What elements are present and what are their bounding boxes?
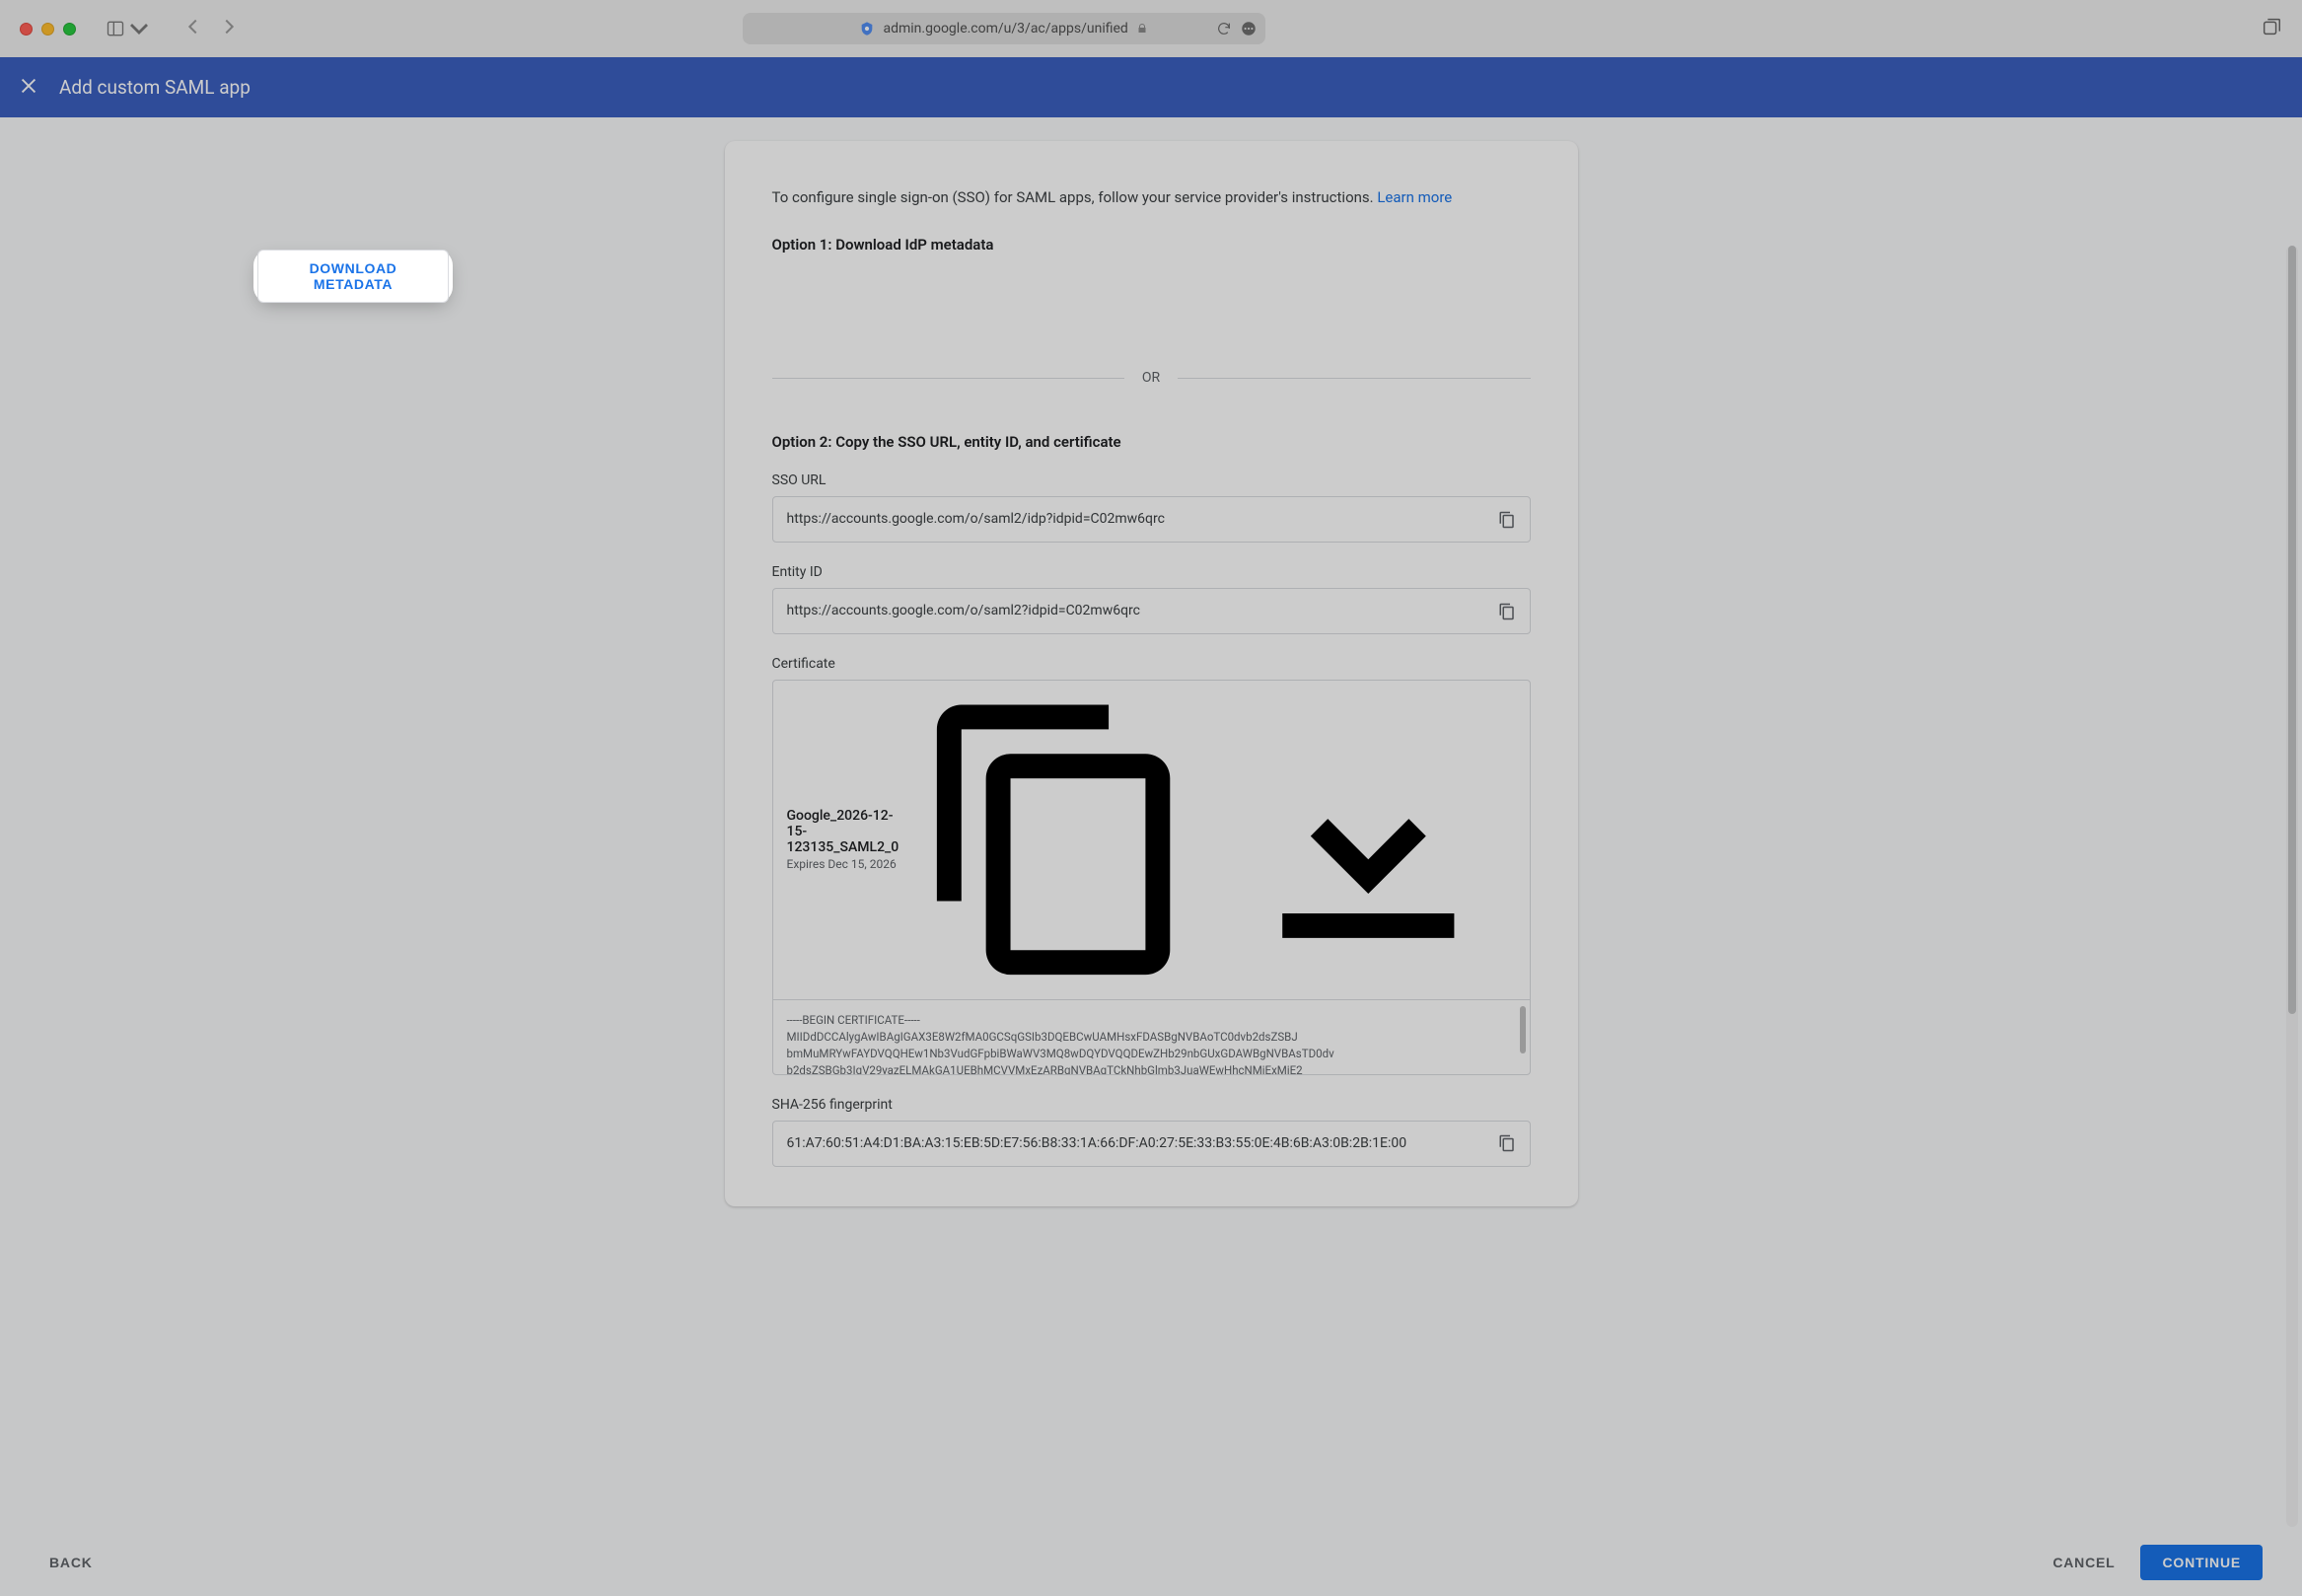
saml-setup-card: To configure single sign-on (SSO) for SA…: [725, 141, 1578, 1206]
cancel-button[interactable]: CANCEL: [2035, 1545, 2132, 1580]
browser-chrome: admin.google.com/u/3/ac/apps/unified: [0, 0, 2302, 57]
copy-icon[interactable]: [1498, 603, 1516, 620]
sso-url-field: https://accounts.google.com/o/saml2/idp?…: [772, 496, 1531, 543]
sha-value: 61:A7:60:51:A4:D1:BA:A3:15:EB:5D:E7:56:B…: [787, 1133, 1488, 1154]
vertical-scrollbar[interactable]: [2286, 246, 2298, 1527]
certificate-name: Google_2026-12-15-123135_SAML2_0: [787, 808, 899, 855]
sso-url-value: https://accounts.google.com/o/saml2/idp?…: [787, 509, 1488, 530]
spotlight: DOWNLOAD METADATA: [257, 254, 449, 299]
copy-icon[interactable]: [912, 692, 1207, 987]
close-icon: [18, 75, 39, 97]
close-window-button[interactable]: [20, 23, 33, 36]
window-controls: [20, 23, 76, 36]
chevron-down-icon: [129, 19, 149, 38]
continue-button[interactable]: CONTINUE: [2140, 1545, 2263, 1580]
wizard-footer: BACK CANCEL CONTINUE: [0, 1529, 2302, 1596]
certificate-label: Certificate: [772, 656, 1531, 672]
close-dialog-button[interactable]: [18, 75, 39, 101]
sidebar-icon: [106, 19, 125, 38]
reload-icon[interactable]: [1216, 21, 1232, 36]
entity-id-field: https://accounts.google.com/o/saml2?idpi…: [772, 588, 1531, 634]
chevron-left-icon: [182, 16, 204, 37]
copy-icon[interactable]: [1498, 511, 1516, 529]
or-text: OR: [1142, 370, 1160, 386]
page-title: Add custom SAML app: [59, 76, 251, 99]
sidebar-toggle-button[interactable]: [106, 19, 149, 38]
address-bar[interactable]: admin.google.com/u/3/ac/apps/unified: [743, 13, 1265, 44]
download-button-slot: [772, 271, 1531, 315]
certificate-expires: Expires Dec 15, 2026: [787, 857, 899, 871]
nav-back-button[interactable]: [182, 16, 204, 41]
copy-icon[interactable]: [1498, 1134, 1516, 1152]
entity-id-value: https://accounts.google.com/o/saml2?idpi…: [787, 601, 1488, 621]
option2-title: Option 2: Copy the SSO URL, entity ID, a…: [772, 433, 1531, 451]
chevron-right-icon: [218, 16, 240, 37]
download-icon[interactable]: [1221, 692, 1516, 987]
lock-icon: [1136, 23, 1148, 35]
site-settings-icon: [859, 21, 875, 36]
app-header: Add custom SAML app: [0, 57, 2302, 117]
or-divider: OR: [772, 370, 1531, 386]
certificate-body[interactable]: -----BEGIN CERTIFICATE----- MIIDdDCCAlyg…: [773, 999, 1530, 1074]
tab-overview-button[interactable]: [2261, 16, 2282, 41]
entity-id-label: Entity ID: [772, 564, 1531, 580]
scrollbar-thumb[interactable]: [2288, 246, 2296, 1014]
learn-more-link[interactable]: Learn more: [1377, 188, 1452, 206]
sha-field: 61:A7:60:51:A4:D1:BA:A3:15:EB:5D:E7:56:B…: [772, 1121, 1531, 1167]
sso-url-label: SSO URL: [772, 472, 1531, 488]
page-menu-icon[interactable]: [1240, 20, 1258, 37]
minimize-window-button[interactable]: [41, 23, 54, 36]
sha-label: SHA-256 fingerprint: [772, 1097, 1531, 1113]
page-body: To configure single sign-on (SSO) for SA…: [0, 117, 2302, 1596]
intro-text: To configure single sign-on (SSO) for SA…: [772, 188, 1531, 206]
back-button[interactable]: BACK: [32, 1545, 110, 1580]
nav-forward-button[interactable]: [218, 16, 240, 41]
maximize-window-button[interactable]: [63, 23, 76, 36]
url-text: admin.google.com/u/3/ac/apps/unified: [883, 21, 1127, 36]
certificate-box: Google_2026-12-15-123135_SAML2_0 Expires…: [772, 680, 1531, 1075]
option1-title: Option 1: Download IdP metadata: [772, 236, 1531, 254]
download-metadata-button[interactable]: DOWNLOAD METADATA: [257, 250, 449, 303]
tabs-icon: [2261, 16, 2282, 37]
